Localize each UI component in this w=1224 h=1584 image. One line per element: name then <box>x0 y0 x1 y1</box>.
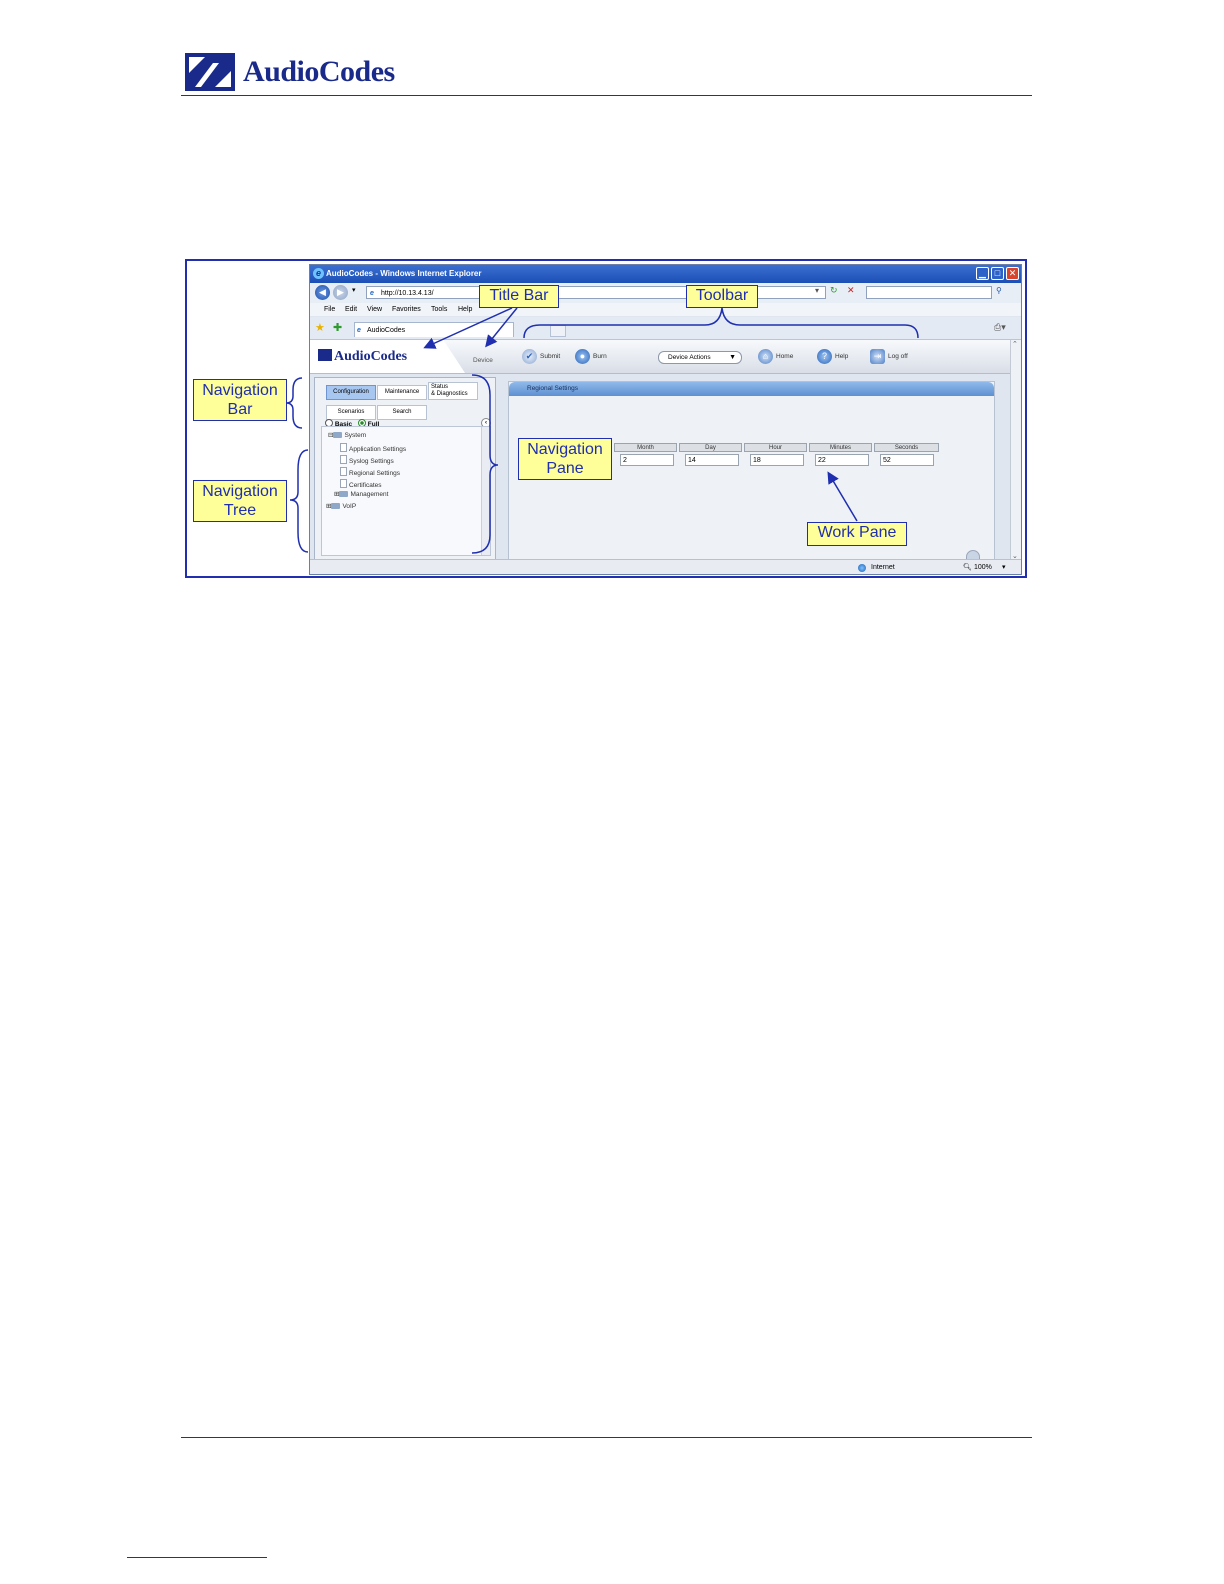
callout-navigation-bar: Navigation Bar <box>193 379 287 421</box>
toolbar-brace <box>523 307 919 339</box>
callout-title-bar: Title Bar <box>479 285 559 308</box>
callout-navigation-tree: Navigation Tree <box>193 480 287 522</box>
footer-rule <box>181 1437 1032 1438</box>
callout-line: Bar <box>227 401 253 418</box>
callout-line: Navigation <box>202 483 278 500</box>
callout-line: Navigation <box>527 441 603 458</box>
nav-bar-brace <box>285 377 303 429</box>
callout-lines <box>285 307 919 554</box>
nav-pane-brace <box>471 374 499 554</box>
nav-tree-brace <box>289 449 309 553</box>
work-pane-arrow <box>827 471 858 522</box>
callout-line: Pane <box>546 460 584 477</box>
callout-navigation-pane: Navigation Pane <box>518 438 612 480</box>
title-bar-arrow-1 <box>423 307 513 349</box>
callout-line: Navigation <box>202 382 278 399</box>
footnote-rule <box>127 1557 267 1558</box>
callout-line: Tree <box>223 502 257 519</box>
callout-work-pane: Work Pane <box>807 522 907 546</box>
callout-toolbar: Toolbar <box>686 285 758 308</box>
title-bar-arrow-2 <box>485 307 518 348</box>
